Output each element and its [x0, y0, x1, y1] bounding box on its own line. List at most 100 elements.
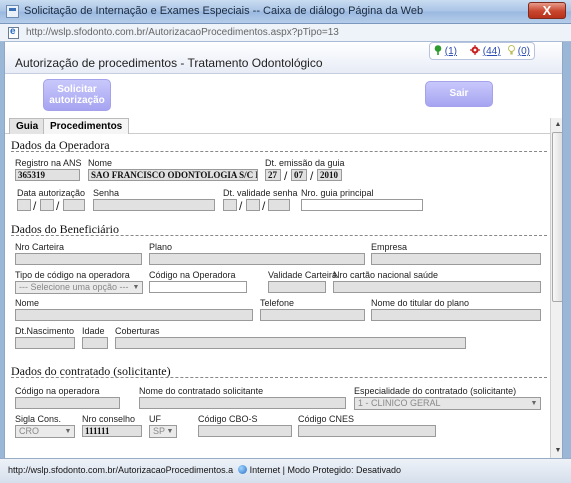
notif-red[interactable]: (44): [470, 44, 501, 60]
nome-operadora-label: Nome: [88, 158, 113, 168]
close-button[interactable]: X: [528, 2, 566, 19]
status-text: http://wslp.sfodonto.com.br/AutorizacaoP…: [8, 465, 401, 475]
page-header: Autorização de procedimentos - Tratament…: [5, 42, 562, 74]
nro-guia-principal-field[interactable]: [301, 199, 423, 211]
tipo-codigo-select[interactable]: --- Selecione uma opção --- ▼: [15, 281, 143, 294]
empresa-field[interactable]: [371, 253, 541, 265]
titular-plano-label: Nome do titular do plano: [371, 298, 470, 308]
data-aut-mes[interactable]: [40, 199, 54, 211]
codigo-cbo-field[interactable]: [198, 425, 292, 437]
data-aut-dia[interactable]: [17, 199, 31, 211]
data-aut-ano[interactable]: [63, 199, 85, 211]
dt-emissao-mes[interactable]: 07: [291, 169, 307, 181]
page-content: Autorização de procedimentos - Tratament…: [4, 42, 563, 458]
status-zone: Internet | Modo Protegido: Desativado: [249, 465, 402, 475]
sigla-cons-select[interactable]: CRO ▼: [15, 425, 75, 438]
data-autorizacao-label: Data autorização: [17, 188, 86, 198]
dt-emissao-label: Dt. emissão da guia: [265, 158, 345, 168]
scroll-thumb[interactable]: [552, 132, 562, 302]
uf-select[interactable]: SP ▼: [149, 425, 177, 438]
green-pin-icon: [434, 45, 442, 55]
status-bar: http://wslp.sfodonto.com.br/AutorizacaoP…: [0, 458, 571, 483]
notif-bulb[interactable]: (0): [508, 44, 530, 60]
coberturas-label: Coberturas: [115, 326, 160, 336]
uf-label: UF: [149, 414, 161, 424]
especialidade-value: 1 - CLINICO GERAL: [358, 398, 441, 408]
notif-red-count: (44): [482, 46, 501, 57]
plano-field[interactable]: [149, 253, 365, 265]
tipo-codigo-value: --- Selecione uma opção ---: [19, 282, 129, 292]
registro-ans-label: Registro na ANS: [15, 158, 82, 168]
codigo-operadora-field[interactable]: [149, 281, 247, 293]
address-bar: http://wslp.sfodonto.com.br/AutorizacaoP…: [0, 24, 571, 42]
notif-green[interactable]: (1): [434, 44, 457, 60]
dt-emissao-ano[interactable]: 2010: [317, 169, 342, 181]
date-separator: /: [56, 199, 60, 213]
page-title: Autorização de procedimentos - Tratament…: [15, 56, 323, 70]
nro-guia-principal-label: Nro. guia principal: [301, 188, 374, 198]
senha-label: Senha: [93, 188, 120, 198]
chevron-down-icon: ▼: [530, 400, 538, 407]
validade-carteira-field[interactable]: [268, 281, 326, 293]
section-divider: [11, 235, 547, 236]
address-url: http://wslp.sfodonto.com.br/AutorizacaoP…: [26, 27, 339, 38]
nome-contratado-field[interactable]: [139, 397, 346, 409]
dt-nascimento-label: Dt.Nascimento: [15, 326, 75, 336]
codigo-contratado-field[interactable]: [15, 397, 120, 409]
codigo-cbo-label: Código CBO-S: [198, 414, 258, 424]
especialidade-select[interactable]: 1 - CLINICO GERAL ▼: [354, 397, 541, 410]
date-separator: /: [284, 169, 288, 183]
empresa-label: Empresa: [371, 242, 408, 252]
dt-validade-senha-label: Dt. validade senha: [223, 188, 298, 198]
bulb-icon: [508, 45, 515, 55]
dt-emissao-dia[interactable]: 27: [265, 169, 281, 181]
telefone-field[interactable]: [260, 309, 365, 321]
idade-field[interactable]: [82, 337, 108, 349]
cartao-nacional-label: Nro cartão nacional saúde: [333, 270, 439, 280]
nro-conselho-field[interactable]: 111111: [82, 425, 142, 437]
uf-value: SP: [153, 426, 166, 436]
cartao-nacional-field[interactable]: [333, 281, 541, 293]
window-title: Solicitação de Internação e Exames Espec…: [24, 5, 424, 17]
notif-green-count: (1): [444, 46, 458, 57]
date-separator: /: [239, 199, 243, 213]
nro-carteira-field[interactable]: [15, 253, 142, 265]
tab-procedimentos[interactable]: Procedimentos: [43, 118, 130, 134]
solicitar-autorizacao-button[interactable]: Solicitar autorização: [43, 79, 111, 111]
nome-operadora-field[interactable]: SAO FRANCISCO ODONTOLOGIA S/C LTDA: [88, 169, 258, 181]
notif-bulb-count: (0): [517, 46, 531, 57]
red-alert-icon: [470, 45, 480, 55]
telefone-label: Telefone: [260, 298, 295, 308]
codigo-cnes-field[interactable]: [298, 425, 436, 437]
tab-strip: Guia Procedimentos: [5, 118, 550, 134]
codigo-operadora-label: Código na Operadora: [149, 270, 236, 280]
especialidade-label: Especialidade do contratado (solicitante…: [354, 386, 517, 396]
dt-nascimento-field[interactable]: [15, 337, 75, 349]
tipo-codigo-label: Tipo de código na operadora: [15, 270, 130, 280]
titular-plano-field[interactable]: [371, 309, 541, 321]
chevron-down-icon: ▼: [64, 428, 72, 435]
scroll-down-icon[interactable]: ▼: [552, 445, 562, 457]
vertical-scrollbar[interactable]: ▲ ▼: [550, 118, 562, 458]
codigo-cnes-label: Código CNES: [298, 414, 355, 424]
nome-beneficiario-label: Nome: [15, 298, 40, 308]
validade-dia[interactable]: [223, 199, 237, 211]
validade-mes[interactable]: [246, 199, 260, 211]
window-icon: [6, 5, 19, 18]
status-url: http://wslp.sfodonto.com.br/AutorizacaoP…: [8, 465, 234, 475]
nro-carteira-label: Nro Carteira: [15, 242, 65, 252]
chevron-down-icon: ▼: [132, 284, 140, 291]
window-titlebar: Solicitação de Internação e Exames Espec…: [0, 0, 571, 24]
section-divider: [11, 151, 547, 152]
coberturas-field[interactable]: [115, 337, 466, 349]
notification-box: (1) (44) (0): [429, 42, 535, 60]
registro-ans-field[interactable]: 365319: [15, 169, 80, 181]
tab-guia[interactable]: Guia: [9, 118, 46, 134]
scroll-up-icon[interactable]: ▲: [552, 119, 562, 131]
plano-label: Plano: [149, 242, 173, 252]
nro-conselho-label: Nro conselho: [82, 414, 136, 424]
sair-button[interactable]: Sair: [425, 81, 493, 107]
senha-field[interactable]: [93, 199, 215, 211]
validade-ano[interactable]: [268, 199, 290, 211]
nome-beneficiario-field[interactable]: [15, 309, 253, 321]
